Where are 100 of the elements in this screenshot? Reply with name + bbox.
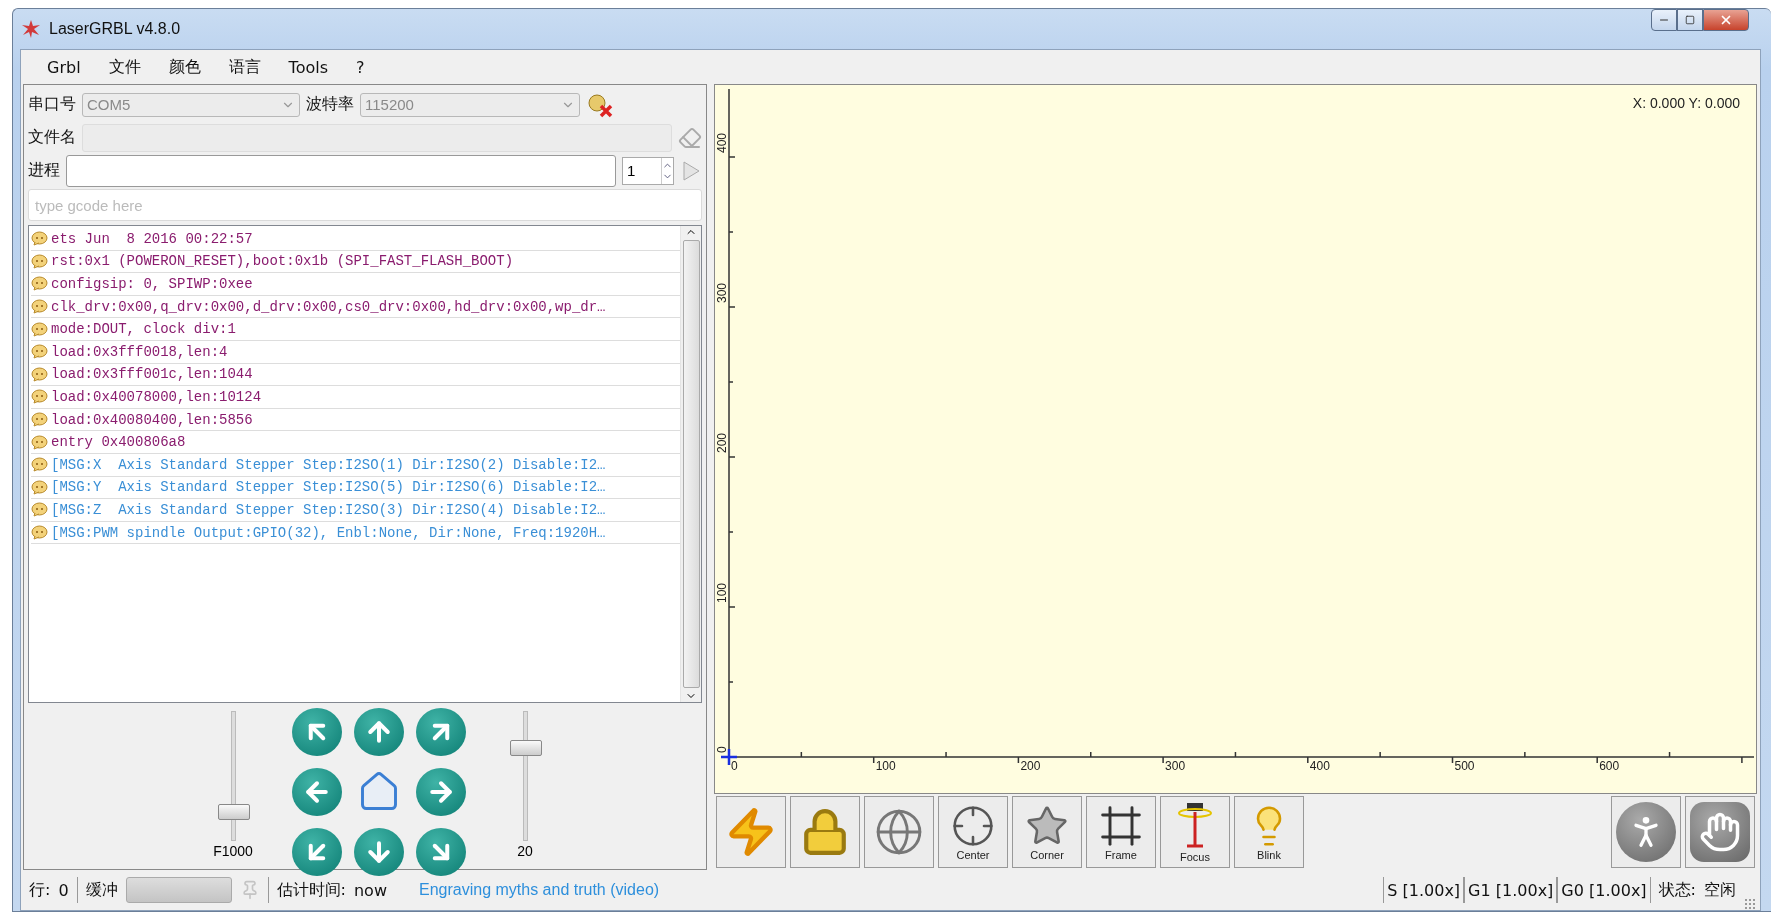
slider-thumb[interactable] (510, 740, 542, 756)
axis-label: 200 (715, 432, 729, 453)
frame-button[interactable]: Frame (1086, 796, 1156, 868)
up-right-arrow-button[interactable] (416, 708, 466, 756)
log-line: [MSG:Y Axis Standard Stepper Step:I2SO(5) Dir:I2SO(6) Disable:I2… (51, 479, 606, 496)
axis-label: 400 (715, 132, 729, 153)
stop-button[interactable] (1685, 796, 1755, 868)
speech-bubble-icon (31, 276, 48, 292)
log-line: [MSG:X Axis Standard Stepper Step:I2SO(1) Dir:I2SO(2) Disable:I2… (51, 456, 606, 473)
maximize-icon (1685, 15, 1695, 25)
globe-icon (874, 807, 924, 857)
window-title: LaserGRBL v4.8.0 (49, 20, 181, 38)
port-label: 串口号 (28, 94, 76, 115)
log-line: load:0x3fff0018,len:4 (51, 343, 228, 360)
down-left-arrow-button[interactable] (292, 828, 342, 876)
axis-label: 200 (1020, 759, 1041, 773)
log-line: clk_drv:0x00,q_drv:0x00,d_drv:0x00,cs0_drv:0x00,hd_drv:0x00,wp_dr… (51, 298, 606, 315)
state-label: 状态: (1658, 879, 1696, 901)
axis-label: 300 (1165, 759, 1186, 773)
speech-bubble-icon (31, 253, 48, 269)
gcode-input[interactable]: type gcode here (28, 189, 702, 221)
axis-label: 0 (715, 746, 729, 753)
globe-button[interactable] (864, 796, 934, 868)
log-line: [MSG:Z Axis Standard Stepper Step:I2SO(3) Dir:I2SO(4) Disable:I2… (51, 501, 606, 518)
log-line: load:0x40078000,len:10124 (51, 388, 262, 405)
file-name-label: 文件名 (28, 127, 76, 148)
speech-bubble-icon (31, 321, 48, 337)
log-line: entry 0x400806a8 (51, 434, 186, 451)
left-arrow-button[interactable] (292, 768, 342, 816)
baud-label: 波特率 (306, 94, 354, 115)
app-logo-icon (21, 19, 41, 39)
speech-bubble-icon (31, 434, 48, 450)
slider-value: F1000 (213, 843, 253, 859)
cursor-coordinates: X: 0.000 Y: 0.000 (1632, 95, 1740, 111)
log-line: configsip: 0, SPIWP:0xee (51, 276, 253, 292)
menu-item[interactable]: Grbl (35, 53, 93, 81)
speech-bubble-icon (31, 389, 48, 405)
line-label: 行: (29, 879, 51, 901)
axis-label: 100 (715, 582, 729, 603)
up-arrow-button[interactable] (354, 708, 404, 756)
speech-bubble-icon (31, 344, 48, 360)
hand-icon (1699, 811, 1741, 853)
speech-bubble-icon (31, 525, 48, 540)
frame-icon (1099, 803, 1143, 848)
down-arrow-button[interactable] (354, 828, 404, 876)
log-line: load:0x40080400,len:5856 (51, 411, 253, 428)
up-left-arrow-button[interactable] (292, 708, 342, 756)
speech-bubble-icon (31, 502, 48, 518)
resize-grip[interactable] (1744, 898, 1756, 910)
log-line: mode:DOUT, clock div:1 (51, 321, 236, 338)
menu-item[interactable]: 语言 (216, 52, 273, 82)
padlock-button[interactable] (790, 796, 860, 868)
center-button[interactable]: Center (938, 796, 1008, 868)
corner-button[interactable]: Corner (1012, 796, 1082, 868)
scrollbar[interactable] (680, 226, 701, 702)
axis-label: 0 (731, 759, 738, 773)
laser-head-icon (1175, 801, 1215, 850)
axis-label: 600 (1599, 759, 1620, 773)
log-line: load:0x3fff001c,len:1044 (51, 366, 253, 383)
estimated-time-label: 估计时间: (276, 879, 346, 901)
override-value: S [1.00x] (1387, 880, 1461, 900)
crosshair-icon (951, 803, 995, 848)
slider-thumb[interactable] (218, 803, 250, 820)
blink-button[interactable]: Blink (1234, 796, 1304, 868)
resume-button[interactable] (1611, 796, 1681, 868)
axis-label: 400 (1309, 759, 1330, 773)
down-right-arrow-button[interactable] (416, 828, 466, 876)
speech-bubble-icon (31, 457, 48, 473)
menu-item[interactable]: ? (344, 53, 377, 81)
log-line: rst:0x1 (POWERON_RESET),boot:0x1b (SPI_FAST_FLASH_BOOT) (51, 253, 514, 270)
passes-spinner[interactable]: 1 (622, 156, 674, 185)
axis-label: 100 (875, 759, 896, 773)
menu-item[interactable]: Tools (276, 53, 340, 81)
state-value: 空闲 (1704, 879, 1736, 901)
estimated-time: now (353, 880, 387, 900)
override-value: G0 [1.00x] (1561, 880, 1647, 900)
speech-bubble-icon (31, 299, 48, 315)
right-arrow-button[interactable] (416, 768, 466, 816)
disconnect-icon[interactable] (586, 91, 614, 118)
log-line: ets Jun 8 2016 00:22:57 (51, 230, 253, 247)
close-icon (1719, 13, 1733, 27)
slider-value: 20 (517, 843, 533, 859)
maximize-button[interactable] (1677, 9, 1703, 31)
minimize-button[interactable] (1651, 9, 1677, 31)
menu-item[interactable]: 颜色 (156, 52, 213, 82)
speech-bubble-icon (31, 366, 48, 382)
progress-label: 进程 (28, 160, 60, 181)
axis-label: 300 (715, 282, 729, 303)
line-count: 0 (58, 880, 69, 900)
menu-item[interactable]: 文件 (96, 52, 153, 82)
speech-bubble-icon (31, 479, 48, 495)
speech-bubble-icon (31, 231, 48, 247)
speech-bubble-icon (31, 412, 48, 428)
focus-button[interactable]: Focus (1160, 796, 1230, 868)
lightning-button[interactable] (716, 796, 786, 868)
override-value: G1 [1.00x] (1468, 880, 1554, 900)
close-button[interactable] (1703, 9, 1749, 31)
log-line: [MSG:PWM spindle Output:GPIO(32), Enbl:None, Dir:None, Freq:1920H… (51, 524, 606, 541)
axis-label: 500 (1454, 759, 1475, 773)
buffer-label: 缓冲 (85, 879, 118, 901)
